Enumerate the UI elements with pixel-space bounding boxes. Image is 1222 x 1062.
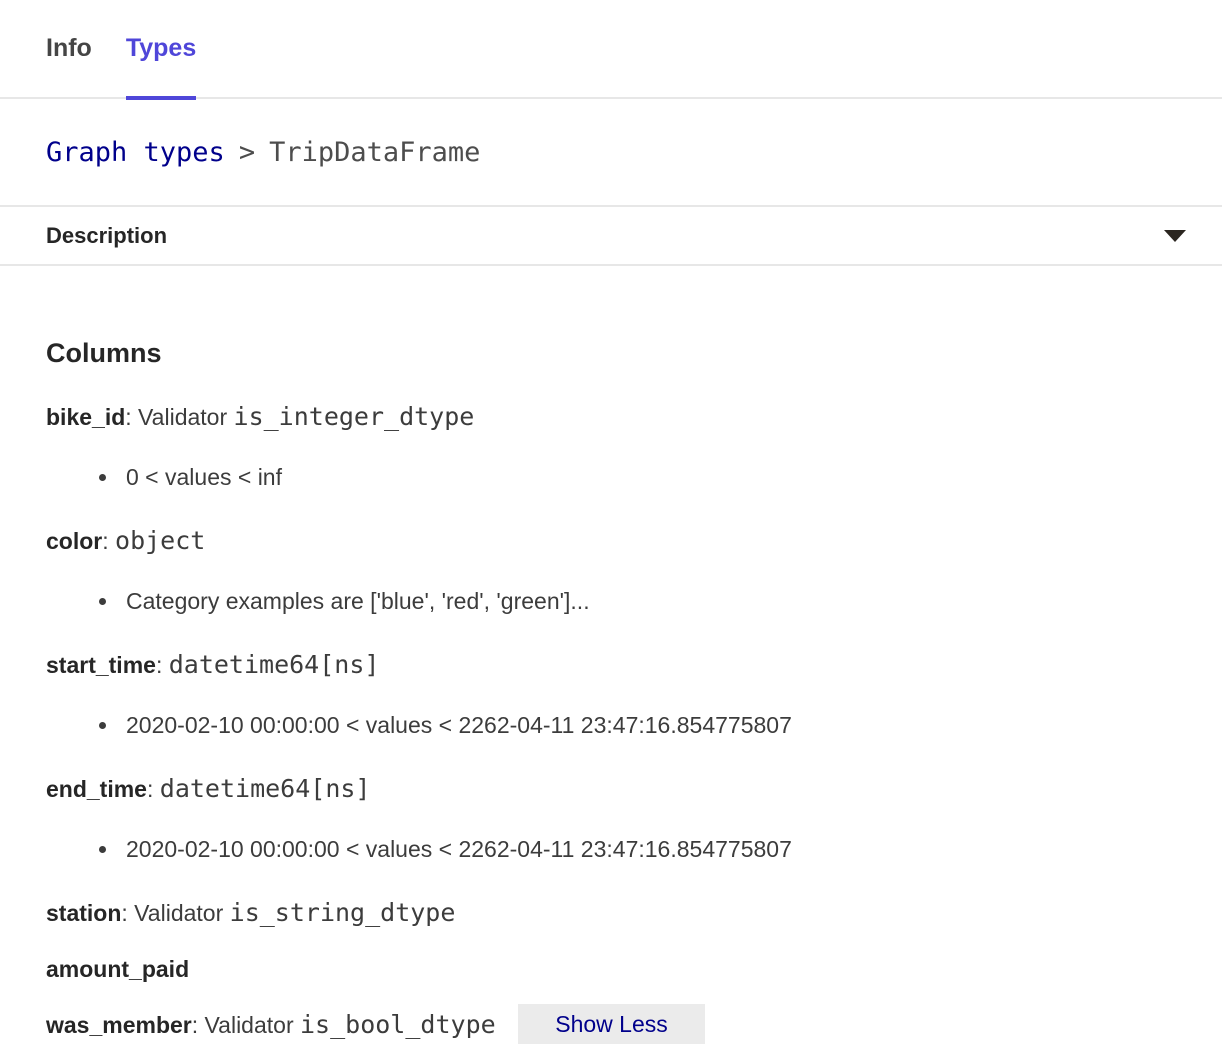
column-name: was_member	[46, 1012, 192, 1038]
column-constraints-list: 2020-02-10 00:00:00 < values < 2262-04-1…	[46, 832, 1176, 866]
column-constraint: 2020-02-10 00:00:00 < values < 2262-04-1…	[46, 832, 1176, 866]
column-constraints-list: 0 < values < inf	[46, 460, 1176, 494]
column-name: bike_id	[46, 404, 125, 430]
column-validator-label: :	[156, 652, 169, 678]
column-dtype-code: object	[115, 526, 205, 555]
column-entry-color: color: object	[46, 524, 1176, 558]
column-entry-start_time: start_time: datetime64[ns]	[46, 648, 1176, 682]
columns-heading: Columns	[46, 336, 1176, 370]
column-name: start_time	[46, 652, 156, 678]
column-validator-label: :	[102, 528, 115, 554]
breadcrumb-current: TripDataFrame	[269, 137, 480, 168]
tab-types[interactable]: Types	[126, 0, 196, 98]
column-name: color	[46, 528, 102, 554]
column-name: end_time	[46, 776, 147, 802]
column-constraint: 2020-02-10 00:00:00 < values < 2262-04-1…	[46, 708, 1176, 742]
column-entry-end_time: end_time: datetime64[ns]	[46, 772, 1176, 806]
columns-list: bike_id: Validator is_integer_dtype0 < v…	[46, 400, 1176, 1042]
column-name: station	[46, 900, 121, 926]
column-constraint: 0 < values < inf	[46, 460, 1176, 494]
column-entry-amount_paid: amount_paid	[46, 952, 1176, 986]
column-constraints-list: Category examples are ['blue', 'red', 'g…	[46, 584, 1176, 618]
column-validator-label: : Validator	[125, 404, 233, 430]
chevron-down-icon[interactable]	[1164, 230, 1186, 242]
breadcrumb: Graph types > TripDataFrame	[0, 99, 1222, 207]
show-less-button[interactable]: Show Less	[518, 1004, 705, 1044]
tab-info[interactable]: Info	[46, 0, 92, 98]
column-constraint: Category examples are ['blue', 'red', 'g…	[46, 584, 1176, 618]
tab-bar: Info Types	[0, 0, 1222, 99]
column-dtype-code: is_bool_dtype	[300, 1010, 496, 1039]
columns-section: Columns bike_id: Validator is_integer_dt…	[0, 336, 1222, 1042]
description-title: Description	[46, 223, 167, 249]
column-validator-label: :	[147, 776, 160, 802]
column-entry-bike_id: bike_id: Validator is_integer_dtype	[46, 400, 1176, 434]
description-section-header[interactable]: Description	[0, 207, 1222, 266]
column-name: amount_paid	[46, 956, 189, 982]
column-validator-label: : Validator	[192, 1012, 300, 1038]
column-dtype-code: is_integer_dtype	[234, 402, 475, 431]
column-dtype-code: is_string_dtype	[230, 898, 456, 927]
column-dtype-code: datetime64[ns]	[169, 650, 380, 679]
column-constraints-list: 2020-02-10 00:00:00 < values < 2262-04-1…	[46, 708, 1176, 742]
column-entry-station: station: Validator is_string_dtype	[46, 896, 1176, 930]
column-validator-label: : Validator	[121, 900, 229, 926]
breadcrumb-link-graph-types[interactable]: Graph types	[46, 137, 225, 168]
column-dtype-code: datetime64[ns]	[160, 774, 371, 803]
breadcrumb-separator: >	[239, 137, 255, 168]
